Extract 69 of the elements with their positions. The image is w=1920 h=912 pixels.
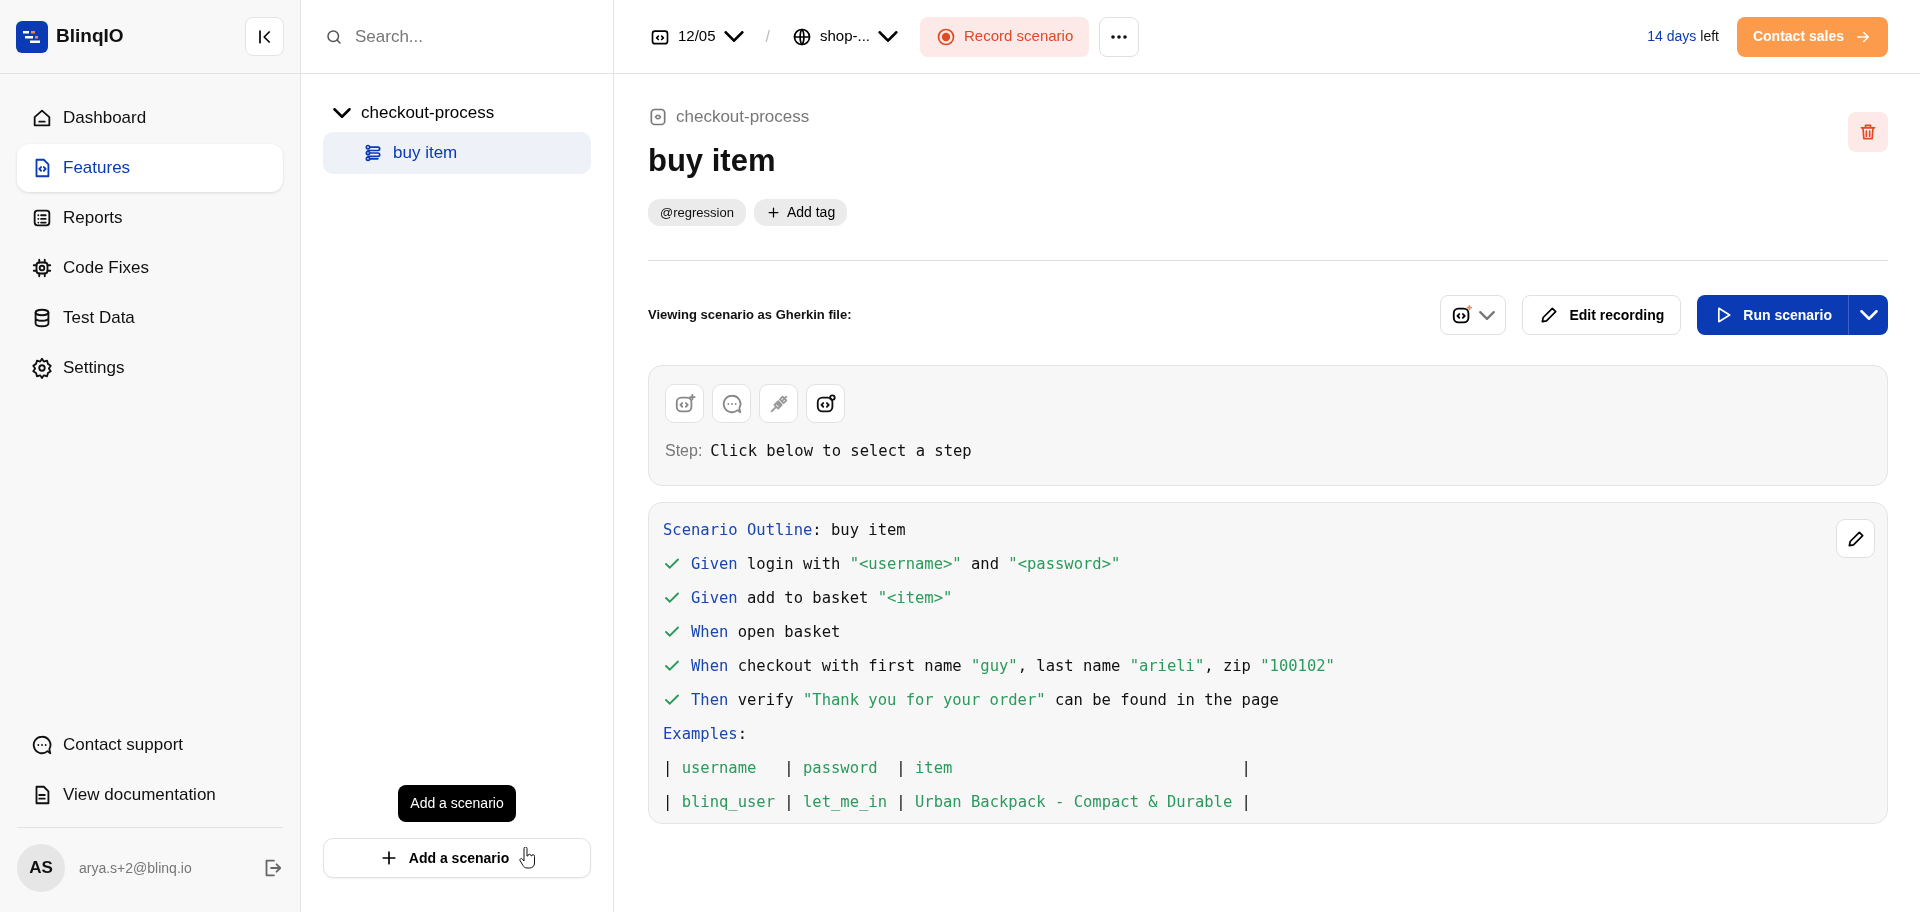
home-icon [31, 107, 53, 129]
tree-folder[interactable]: checkout-process [323, 94, 505, 132]
run-options-button[interactable] [1848, 295, 1888, 336]
settings-icon [31, 357, 53, 379]
breadcrumb-separator: / [765, 26, 770, 47]
run-scenario-button[interactable]: Run scenario [1697, 295, 1848, 336]
chevron-icon [723, 31, 744, 42]
sidebar-link[interactable]: View documentation [17, 771, 283, 819]
pointer-cursor-icon [519, 847, 536, 869]
add-tag-button[interactable]: Add tag [753, 198, 848, 226]
code-line: Scenario Outline: buy item [663, 519, 906, 541]
code-line: When open basket [691, 621, 841, 643]
logo-icon [16, 20, 48, 53]
code-file-icon [648, 106, 668, 127]
feature-name: checkout-process [676, 106, 810, 128]
search-field[interactable]: Search... [353, 22, 589, 51]
more-icon [1110, 34, 1129, 39]
version-dropdown[interactable]: 12/05 [646, 21, 748, 52]
chevron-icon [1479, 310, 1496, 320]
code-line: | username | password | item | [663, 757, 1251, 779]
code-settings-icon [814, 392, 837, 415]
delete-button[interactable] [1848, 112, 1888, 152]
view-mode-label: Viewing scenario as Gherkin file: [648, 306, 852, 325]
edit-code-button[interactable] [1836, 519, 1875, 559]
nav-item[interactable]: Test Data [17, 294, 283, 342]
record-scenario-button[interactable]: Record scenario [920, 16, 1090, 57]
code-line: Then verify "Thank you for your order" can be found in the page [691, 689, 1279, 711]
nav-item[interactable]: Features [17, 144, 283, 192]
tree-item[interactable]: buy item [323, 131, 591, 174]
brand-name: BlinqIO [56, 24, 124, 49]
globe-icon [792, 26, 812, 47]
chip-icon [31, 257, 53, 279]
more-button[interactable] [1099, 16, 1140, 57]
code-line: | blinq_user | let_me_in | Urban Backpack - Compact & Durable | [663, 791, 1251, 813]
tool-button[interactable] [806, 384, 845, 424]
nav-item[interactable]: Settings [17, 344, 283, 392]
plus-icon [765, 204, 781, 220]
sidebar-link[interactable]: Contact support [17, 721, 283, 769]
nav-item[interactable]: Dashboard [17, 94, 283, 142]
ai-code-icon [673, 392, 696, 415]
ai-menu-button[interactable] [1440, 295, 1507, 336]
chevron-icon [878, 31, 899, 42]
trial-remaining: 14 days left [1647, 27, 1719, 46]
record-icon [936, 26, 957, 47]
chat-icon [720, 392, 743, 415]
site-dropdown[interactable]: shop-... [788, 21, 903, 52]
user-avatar: AS [17, 844, 65, 892]
chevron-icon [1859, 310, 1878, 321]
scenario-title: buy item [648, 141, 777, 179]
scenario-icon [363, 142, 383, 163]
code-line: Given add to basket "<item>" [691, 587, 953, 609]
tooltip: Add a scenario [398, 785, 516, 822]
list-icon [31, 207, 53, 229]
user-email: arya.s+2@blinq.io [79, 858, 193, 878]
nav-item[interactable]: Code Fixes [17, 244, 283, 292]
add-scenario-button[interactable]: Add a scenario [323, 838, 591, 878]
edit-recording-button[interactable]: Edit recording [1522, 295, 1682, 336]
step-hint: Click below to select a step [710, 440, 972, 462]
step-label: Step: [665, 441, 703, 462]
chat-icon [31, 734, 53, 756]
tag: @regression [648, 198, 746, 227]
code-line: When checkout with first name "guy", last name "arieli", zip "100102" [691, 655, 1335, 677]
code-line: Given login with "<username>" and "<password>" [691, 553, 1121, 575]
code-line: Examples: [663, 723, 747, 745]
search-icon [325, 27, 343, 46]
trash-icon [1858, 122, 1878, 142]
chevron-icon [333, 107, 351, 118]
collapse-sidebar-button[interactable] [245, 17, 284, 56]
nav-item[interactable]: Reports [17, 194, 283, 242]
